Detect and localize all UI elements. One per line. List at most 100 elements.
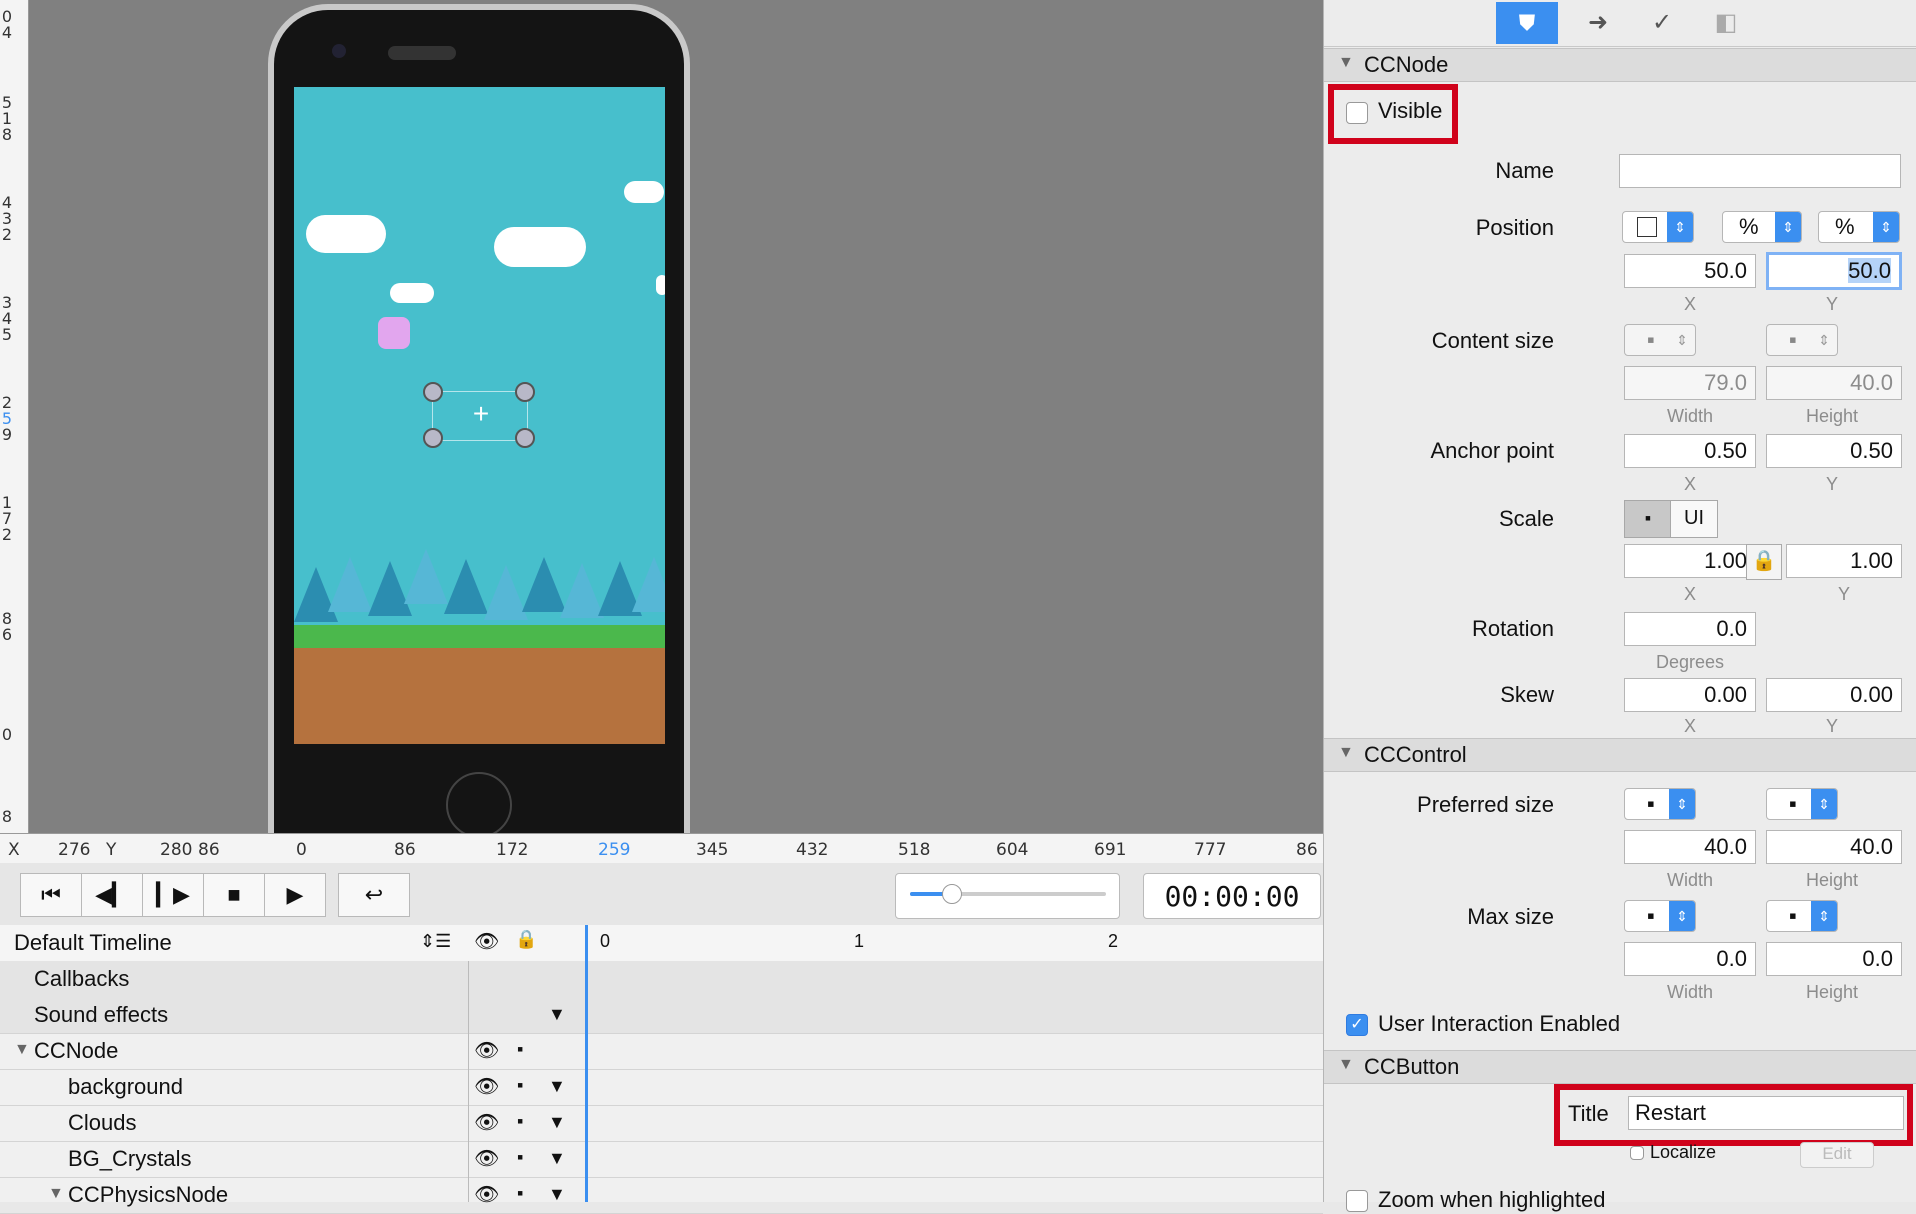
- max-height-unit-popup[interactable]: ▪ ⇕: [1766, 900, 1838, 932]
- localize-checkbox[interactable]: [1630, 1146, 1644, 1160]
- lock-dot-icon[interactable]: ▪: [517, 1075, 523, 1096]
- max-width-field[interactable]: 0.0: [1624, 942, 1756, 976]
- slider-thumb[interactable]: [942, 884, 962, 904]
- cloud: [306, 215, 386, 253]
- scale-point-toggle[interactable]: ▪: [1624, 500, 1672, 538]
- anchor-y-field[interactable]: 0.50: [1766, 434, 1902, 468]
- collapse-triangle-icon: ▼: [1338, 744, 1354, 761]
- dropdown-arrow-icon[interactable]: ▼: [548, 1112, 566, 1133]
- disclosure-triangle-icon[interactable]: ▼: [48, 1185, 64, 1203]
- skew-y-field[interactable]: 0.00: [1766, 678, 1902, 712]
- selection-box[interactable]: +: [423, 382, 535, 448]
- dropdown-arrow-icon[interactable]: ▼: [548, 1004, 566, 1025]
- resize-handle[interactable]: [423, 382, 443, 402]
- timeline-menu-icon[interactable]: ⇕☰: [420, 931, 451, 952]
- vruler-tick: 8: [1, 609, 13, 628]
- disclosure-triangle-icon[interactable]: ▼: [14, 1041, 30, 1059]
- selected-text: 50.0: [1848, 258, 1891, 283]
- lock-dot-icon[interactable]: ▪: [517, 1039, 523, 1060]
- resize-handle[interactable]: [515, 382, 535, 402]
- bunny-sprite: [378, 317, 410, 349]
- scale-x-field[interactable]: 1.00: [1624, 544, 1756, 578]
- node-properties-tab-icon[interactable]: ⛊: [1496, 2, 1558, 44]
- loop-button[interactable]: ↩: [338, 873, 410, 917]
- vruler-tick: 5: [1, 409, 13, 428]
- vruler-tick: 2: [1, 393, 13, 412]
- resize-handle[interactable]: [515, 428, 535, 448]
- code-connections-tab-icon[interactable]: ➜: [1574, 2, 1622, 44]
- timeline-row-callbacks[interactable]: Callbacks: [0, 961, 1323, 998]
- move-crosshair-icon[interactable]: +: [469, 400, 493, 428]
- visibility-eye-icon[interactable]: 👁: [474, 1146, 499, 1171]
- visibility-eye-icon[interactable]: 👁: [474, 1182, 499, 1207]
- user-interaction-label: User Interaction Enabled: [1378, 1011, 1621, 1036]
- preferred-height-field[interactable]: 40.0: [1766, 830, 1902, 864]
- rotation-field[interactable]: 0.0: [1624, 612, 1756, 646]
- preferred-height-unit-popup[interactable]: ▪ ⇕: [1766, 788, 1838, 820]
- physics-tab-icon[interactable]: ✓: [1638, 2, 1686, 44]
- stop-button[interactable]: ■: [203, 873, 265, 917]
- timeline-row-sound-effects[interactable]: Sound effects ▼: [0, 997, 1323, 1034]
- scale-ui-toggle[interactable]: UI: [1670, 500, 1718, 538]
- timeline-name[interactable]: Default Timeline: [14, 930, 172, 956]
- lock-icon[interactable]: 🔒: [1746, 544, 1782, 580]
- position-y-unit-popup[interactable]: % ⇕: [1818, 211, 1900, 243]
- section-header-ccnode[interactable]: ▼ CCNode: [1324, 48, 1916, 82]
- visibility-eye-icon[interactable]: 👁: [474, 1074, 499, 1099]
- hruler-tick: 259: [598, 840, 631, 860]
- camera-dot: [332, 44, 346, 58]
- timeline-row-ccphysicsnode[interactable]: ▼ CCPhysicsNode 👁 ▪ ▼: [0, 1177, 1323, 1214]
- dropdown-arrow-icon[interactable]: ▼: [548, 1076, 566, 1097]
- step-back-button[interactable]: ◀▎: [81, 873, 143, 917]
- timeline-row-bg-crystals[interactable]: BG_Crystals 👁 ▪ ▼: [0, 1141, 1323, 1178]
- visibility-eye-icon[interactable]: 👁: [474, 1110, 499, 1135]
- timeline-panel: Default Timeline ⇕☰ 👁 🔒 0 1 2 Callbacks …: [0, 925, 1323, 1214]
- timeline-row-background[interactable]: background 👁 ▪ ▼: [0, 1069, 1323, 1106]
- scale-y-field[interactable]: 1.00: [1786, 544, 1902, 578]
- position-x-unit-popup[interactable]: % ⇕: [1722, 211, 1802, 243]
- dropdown-arrow-icon[interactable]: ▼: [548, 1148, 566, 1169]
- timeline-row-clouds[interactable]: Clouds 👁 ▪ ▼: [0, 1105, 1323, 1142]
- templates-tab-icon[interactable]: ◧: [1702, 2, 1750, 44]
- position-reference-popup[interactable]: ⇕: [1622, 211, 1694, 243]
- vruler-tick: 0: [1, 725, 13, 744]
- collapse-triangle-icon: ▼: [1338, 1056, 1354, 1073]
- unit-dot-icon: ▪: [1647, 791, 1655, 816]
- hruler-tick: 518: [898, 840, 931, 860]
- height-sublabel: Height: [1805, 870, 1859, 890]
- zoom-slider[interactable]: [895, 873, 1120, 919]
- preferred-width-unit-popup[interactable]: ▪ ⇕: [1624, 788, 1696, 820]
- rewind-start-button[interactable]: ⏮: [20, 873, 82, 917]
- timeline-row-ccnode[interactable]: ▼ CCNode 👁 ▪: [0, 1033, 1323, 1070]
- skew-x-field[interactable]: 0.00: [1624, 678, 1756, 712]
- visible-checkbox[interactable]: [1346, 102, 1368, 124]
- zoom-checkbox[interactable]: [1346, 1190, 1368, 1212]
- lock-dot-icon[interactable]: ▪: [517, 1147, 523, 1168]
- playhead[interactable]: [585, 925, 588, 1202]
- title-field[interactable]: Restart: [1628, 1096, 1904, 1130]
- anchor-x-field[interactable]: 0.50: [1624, 434, 1756, 468]
- step-forward-button[interactable]: ▎▶: [142, 873, 204, 917]
- max-width-unit-popup[interactable]: ▪ ⇕: [1624, 900, 1696, 932]
- edit-button[interactable]: Edit: [1800, 1142, 1874, 1168]
- position-y-field[interactable]: 50.0: [1766, 252, 1902, 290]
- max-height-field[interactable]: 0.0: [1766, 942, 1902, 976]
- position-x-field[interactable]: 50.0: [1624, 254, 1756, 288]
- section-header-ccbutton[interactable]: ▼ CCButton: [1324, 1050, 1916, 1084]
- preferred-width-field[interactable]: 40.0: [1624, 830, 1756, 864]
- hruler-tick: 0: [296, 840, 307, 860]
- visibility-eye-icon[interactable]: 👁: [474, 1038, 499, 1063]
- unit-dot-icon: ▪: [1647, 903, 1655, 928]
- rotation-label: Rotation: [1472, 616, 1554, 641]
- column-divider: [468, 961, 469, 1202]
- lock-dot-icon[interactable]: ▪: [517, 1183, 523, 1204]
- lock-dot-icon[interactable]: ▪: [517, 1111, 523, 1132]
- hruler-tick: 691: [1094, 840, 1127, 860]
- name-field[interactable]: [1619, 154, 1901, 188]
- stepper-arrows-icon: ⇕: [1775, 212, 1801, 242]
- section-header-cccontrol[interactable]: ▼ CCControl: [1324, 738, 1916, 772]
- width-sublabel: Width: [1666, 982, 1713, 1002]
- resize-handle[interactable]: [423, 428, 443, 448]
- user-interaction-checkbox[interactable]: ✓: [1346, 1014, 1368, 1036]
- play-button[interactable]: ▶: [264, 873, 326, 917]
